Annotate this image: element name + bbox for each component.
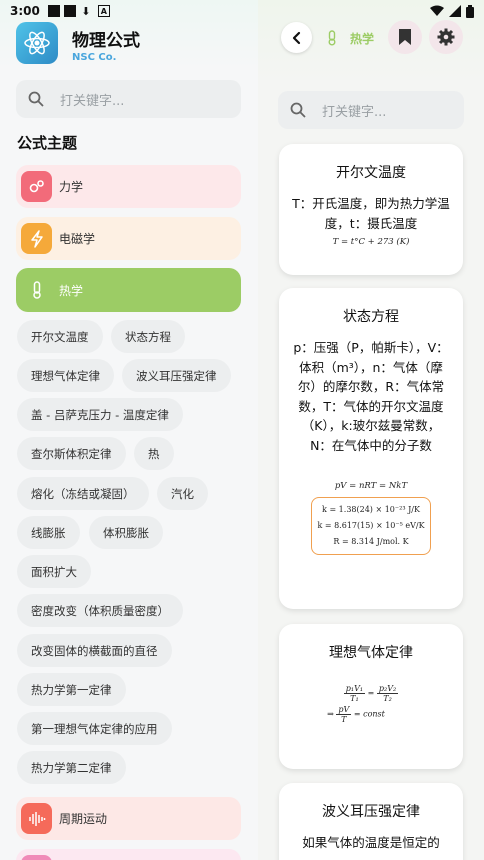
notification-icon [47, 5, 60, 17]
card-formula: T = t°C + 273 (K) [332, 237, 410, 247]
thermometer-icon [21, 274, 52, 306]
page-title: 热学 [350, 32, 375, 46]
download-icon: ⬇ [81, 4, 91, 18]
app-company: NSC Co. [72, 52, 117, 63]
formula-card[interactable]: 波义耳压强定律 如果气体的温度是恒定的 [279, 783, 463, 860]
bookmark-icon [399, 29, 411, 45]
search-placeholder: 打关键字... [322, 104, 387, 120]
subtopic-chip[interactable]: 汽化 [157, 477, 208, 510]
battery-icon [466, 4, 474, 18]
constants-box: k = 1.38(24) × 10⁻²³ J/K k = 8.617(15) ×… [311, 497, 431, 555]
constant-line: k = 8.617(15) × 10⁻⁵ eV/K [317, 521, 425, 530]
subtopic-chip[interactable]: 第一理想气体定律的应用 [17, 712, 172, 745]
subtopic-chip[interactable]: 熔化（冻结或凝固） [17, 477, 149, 510]
notification-icon [63, 5, 76, 17]
fraction: pV T [336, 705, 352, 724]
constant-line: R = 8.314 J/mol. K [333, 537, 409, 546]
subtopic-chip[interactable]: 改变固体的横截面的直径 [17, 634, 172, 667]
subtopic-chip[interactable]: 热力学第二定律 [17, 751, 126, 784]
gear-icon [437, 28, 455, 46]
fraction: p₁V₁ T₁ [343, 684, 366, 703]
topic-label: 周期运动 [59, 812, 108, 826]
subtopic-chip[interactable]: 热 [134, 437, 174, 470]
card-title: 波义耳压强定律 [322, 804, 420, 820]
app-logo [16, 22, 58, 64]
card-title: 理想气体定律 [329, 645, 413, 661]
subtopic-chip[interactable]: 波义耳压强定律 [122, 359, 231, 392]
card-title: 状态方程 [343, 309, 399, 325]
search-icon [28, 91, 44, 107]
topic-label: 热学 [59, 283, 84, 298]
app-name: 物理公式 [72, 31, 140, 51]
app-notification-icon: A [97, 5, 110, 17]
thermometer-icon [328, 30, 336, 46]
constant-line: k = 1.38(24) × 10⁻²³ J/K [322, 505, 420, 514]
subtopic-chip[interactable]: 查尔斯体积定律 [17, 437, 126, 470]
topic-thermodynamics[interactable]: 热学 [16, 268, 241, 312]
subtopic-chip[interactable]: 热力学第一定律 [17, 673, 126, 706]
subtopic-chip[interactable]: 线膨胀 [17, 516, 80, 549]
main-content: 热学 打关键字... 开尔文温度 T：开氏温度，即为热力学温度，t：摄氏温度 T… [258, 0, 484, 860]
topic-periodic-motion[interactable]: 周期运动 [16, 797, 241, 840]
card-description: p：压强（P，帕斯卡），V：体积（m³），n：气体（摩尔）的摩尔数，R：气体常数… [293, 340, 449, 453]
search-placeholder: 打关键字... [60, 93, 125, 109]
card-title: 开尔文温度 [336, 165, 406, 181]
settings-button[interactable] [429, 20, 463, 54]
status-bar: 3:00 ⬇ A [0, 0, 484, 22]
section-title: 公式主题 [17, 134, 78, 152]
subtopic-chip[interactable]: 体积膨胀 [89, 516, 163, 549]
gears-icon [21, 171, 52, 202]
card-description: T：开氏温度，即为热力学温度，t：摄氏温度 [292, 196, 450, 231]
topic-label: 电磁学 [59, 232, 96, 246]
subtopic-chip[interactable]: 开尔文温度 [17, 320, 103, 353]
chevron-left-icon [292, 31, 300, 44]
topic-icon [21, 855, 52, 860]
subtopic-chip[interactable]: 理想气体定律 [17, 359, 114, 392]
bookmark-button[interactable] [388, 20, 422, 54]
formula-card[interactable]: 状态方程 p：压强（P，帕斯卡），V：体积（m³），n：气体（摩尔）的摩尔数，R… [279, 288, 463, 609]
subtopic-chip[interactable]: 状态方程 [111, 320, 185, 353]
topic-next[interactable] [16, 849, 241, 860]
wifi-icon [430, 5, 444, 16]
formula-card[interactable]: 开尔文温度 T：开氏温度，即为热力学温度，t：摄氏温度 T = t°C + 27… [279, 144, 463, 275]
topic-electromagnetism[interactable]: 电磁学 [16, 217, 241, 260]
formula-search-input[interactable]: 打关键字... [278, 91, 464, 129]
sidebar-search-input[interactable]: 打关键字... [16, 80, 241, 118]
back-button[interactable] [281, 22, 312, 53]
subtopic-chip[interactable]: 盖 - 吕萨克压力 - 温度定律 [17, 398, 183, 431]
search-icon [290, 102, 306, 118]
status-time: 3:00 [10, 4, 40, 18]
card-formula: ⇒ pV T = const [327, 705, 385, 724]
subtopic-chip[interactable]: 密度改变（体积质量密度） [17, 594, 183, 627]
card-formula: p₁V₁ T₁ = p₂V₂ T₂ [343, 684, 399, 703]
topic-mechanics[interactable]: 力学 [16, 165, 241, 208]
lightning-icon [21, 223, 52, 254]
atom-icon [24, 31, 50, 55]
subtopic-chip[interactable]: 面积扩大 [17, 555, 91, 588]
card-formula: pV = nRT = NkT [334, 481, 408, 491]
formula-card[interactable]: 理想气体定律 p₁V₁ T₁ = p₂V₂ T₂ ⇒ pV T = const [279, 624, 463, 769]
sound-wave-icon [21, 803, 52, 834]
signal-icon [449, 5, 461, 17]
card-description: 如果气体的温度是恒定的 [302, 835, 440, 850]
fraction: p₂V₂ T₂ [376, 684, 399, 703]
navigation-drawer: 物理公式 NSC Co. 打关键字... 公式主题 力学 电磁学 热学 开尔文温… [0, 0, 258, 860]
topic-label: 力学 [59, 180, 84, 194]
